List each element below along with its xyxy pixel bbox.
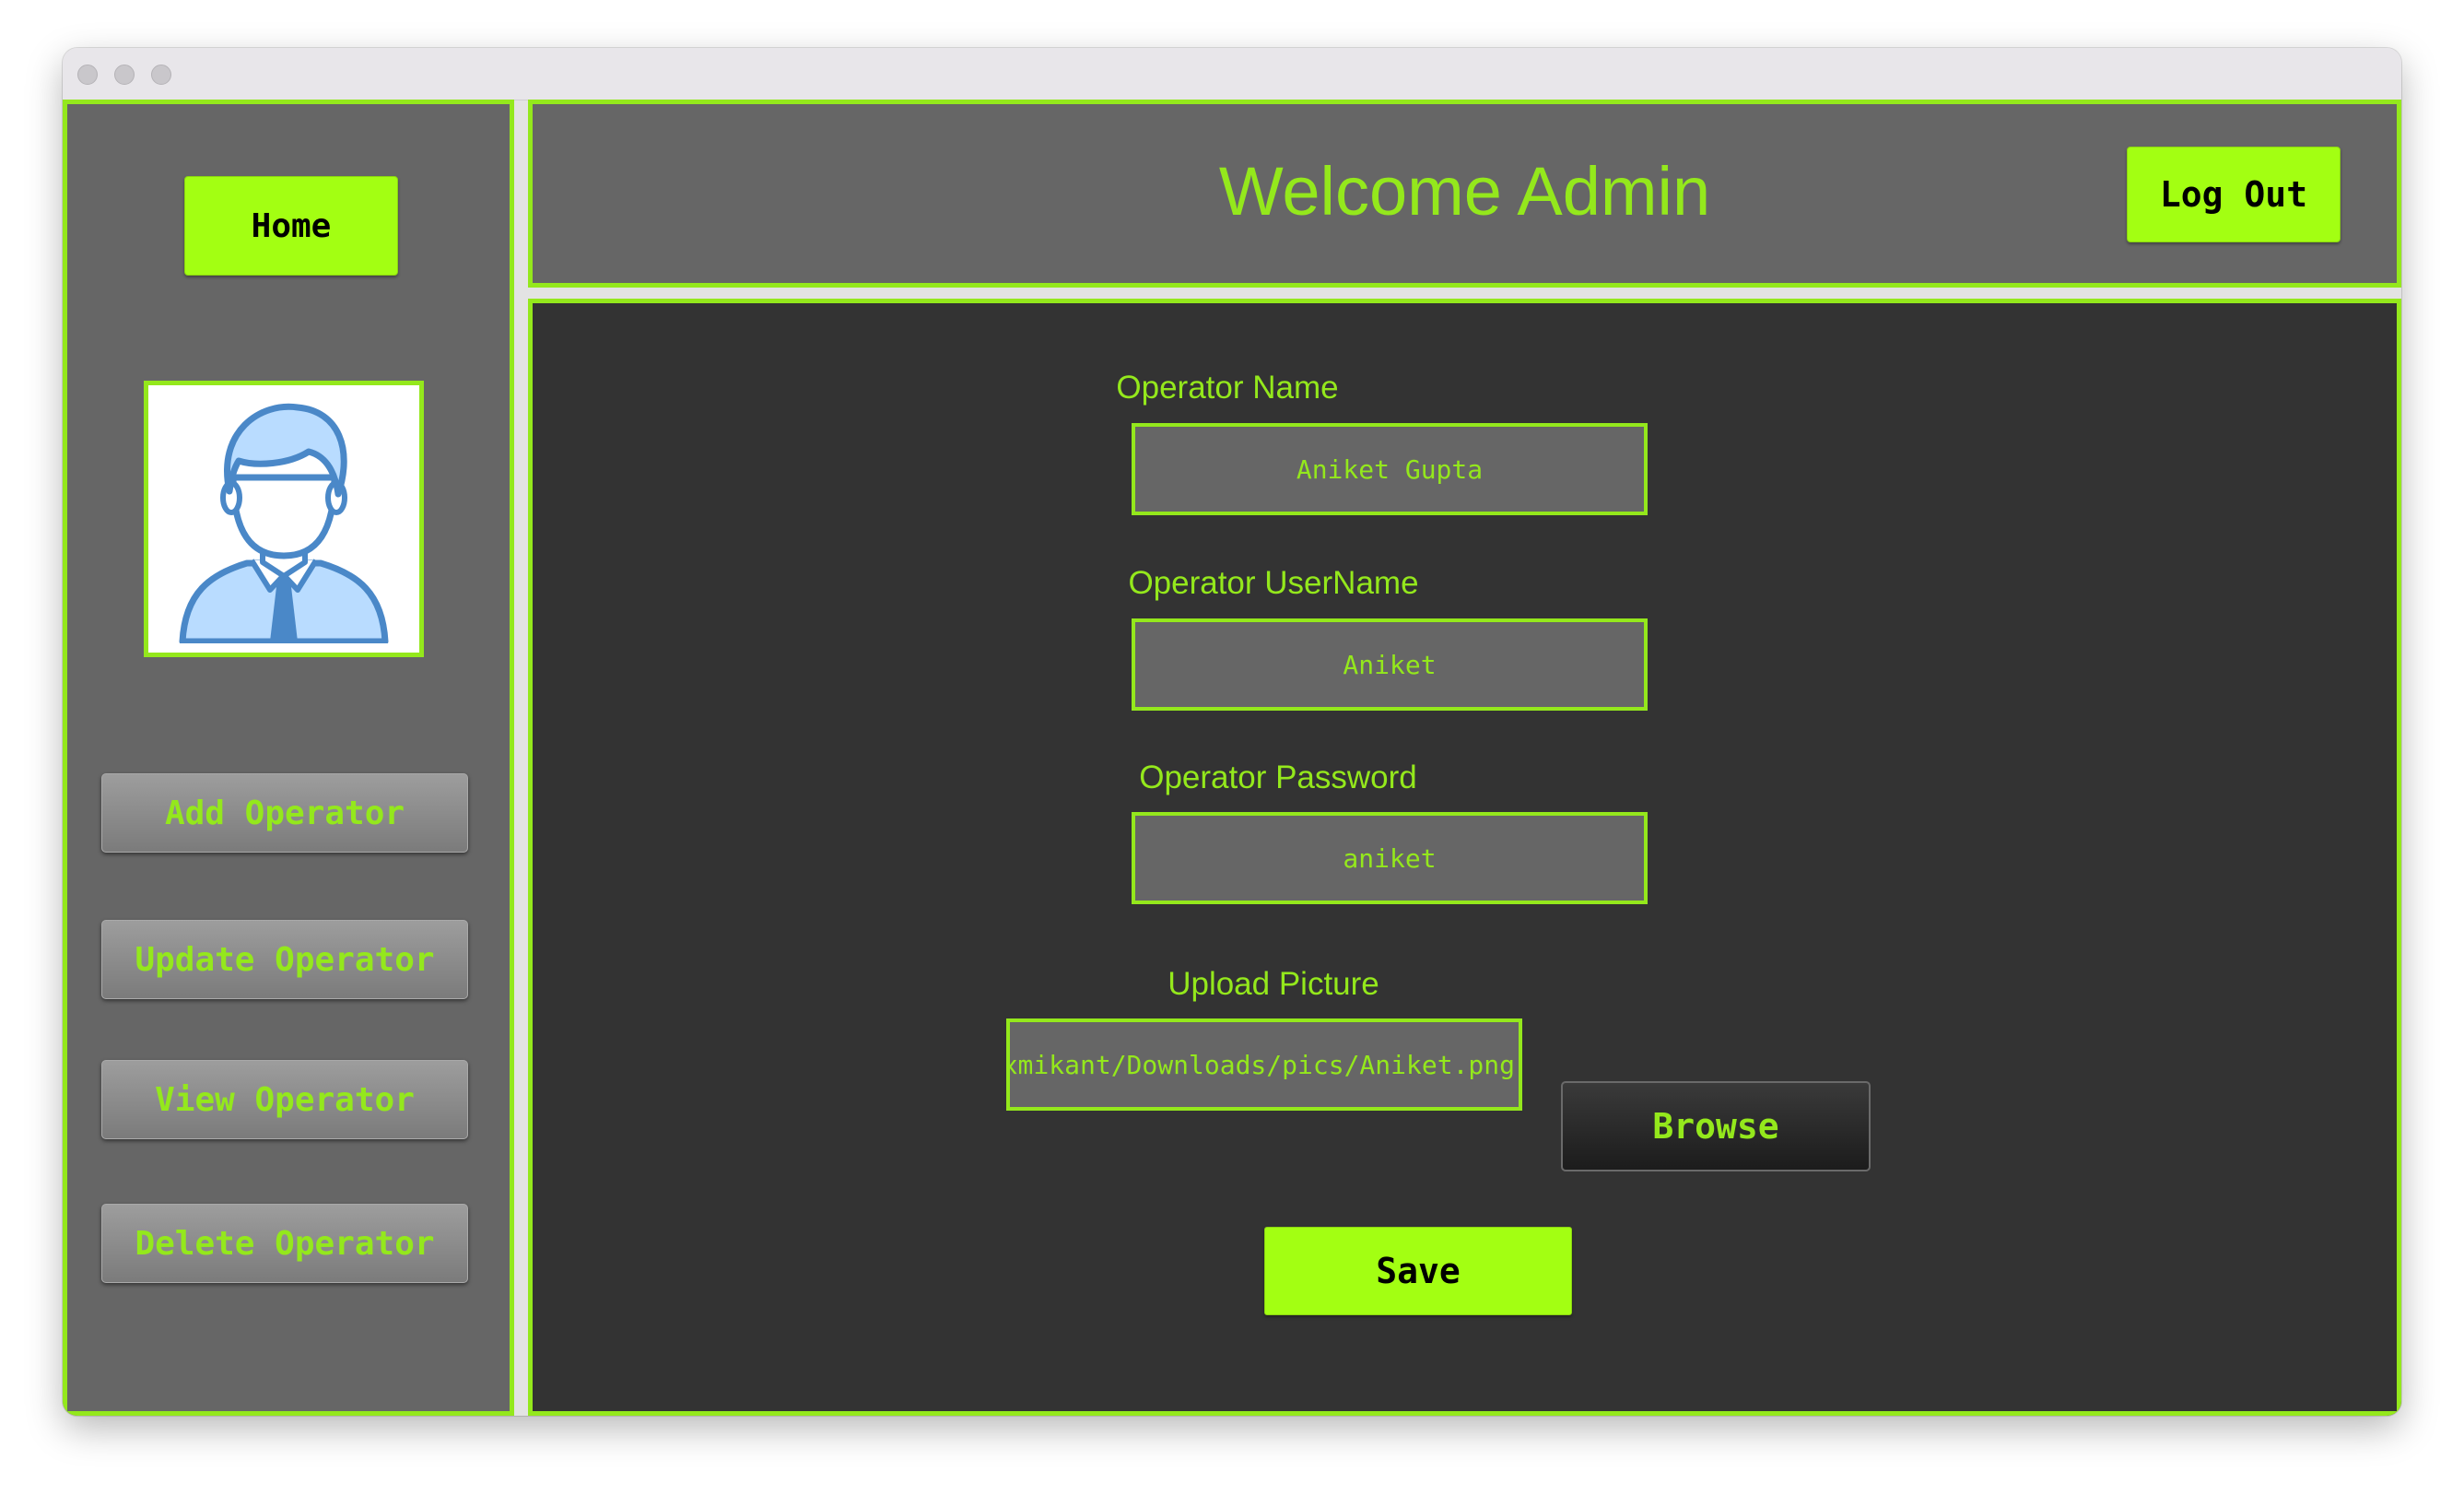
operator-password-label: Operator Password xyxy=(1139,759,1417,795)
update-operator-button[interactable]: Update Operator xyxy=(101,920,468,999)
maximize-window-button[interactable] xyxy=(151,65,171,85)
operator-name-field[interactable]: Aniket Gupta xyxy=(1132,423,1648,515)
view-operator-button[interactable]: View Operator xyxy=(101,1060,468,1139)
close-window-button[interactable] xyxy=(77,65,98,85)
operator-name-label: Operator Name xyxy=(1116,370,1339,406)
browse-button[interactable]: Browse xyxy=(1561,1081,1871,1171)
sidebar: Home Add Operator Update Operator View O… xyxy=(63,100,514,1416)
operator-form-panel: Operator Name Aniket Gupta Operator User… xyxy=(528,299,2401,1416)
operator-password-field[interactable]: aniket xyxy=(1132,812,1648,904)
avatar xyxy=(144,381,424,657)
logout-button[interactable]: Log Out xyxy=(2127,147,2341,242)
add-operator-button[interactable]: Add Operator xyxy=(101,773,468,853)
delete-operator-button[interactable]: Delete Operator xyxy=(101,1204,468,1283)
title-bar xyxy=(63,48,2401,100)
upload-picture-label: Upload Picture xyxy=(1167,966,1379,1002)
page-title: Welcome Admin xyxy=(1218,152,1711,230)
user-avatar-icon xyxy=(179,403,389,643)
minimize-window-button[interactable] xyxy=(114,65,135,85)
home-button[interactable]: Home xyxy=(184,176,398,276)
picture-path-field[interactable]: /Users/laxmikant/Downloads/pics/Aniket.p… xyxy=(1006,1018,1522,1111)
header: Welcome Admin Log Out xyxy=(528,100,2401,288)
operator-username-label: Operator UserName xyxy=(1128,565,1419,601)
save-button[interactable]: Save xyxy=(1264,1227,1572,1315)
app-window: Home Add Operator Update Operator View O… xyxy=(63,48,2401,1416)
operator-username-field[interactable]: Aniket xyxy=(1132,618,1648,711)
